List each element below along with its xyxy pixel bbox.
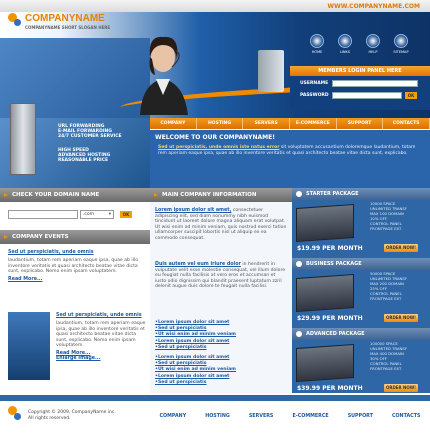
features-list-1: URL FORWARDING E-MAIL FORWARDING 24/7 CU… [58,124,122,140]
event-2-text: laudantium, totam rem aperiam eaque ipsa… [56,321,146,349]
package-starter: STARTER PACKAGE 10000 SPACE UNLIMITED TR… [292,188,430,252]
footer-link-servers[interactable]: SERVERS [249,414,274,419]
support-agent-photo [140,36,188,115]
footer-copyright: Copyright © 2009, CompanyName inc. All r… [28,410,116,422]
username-label: USERNAME [300,81,329,86]
menu-support[interactable]: SUPPORT [337,118,384,129]
feature-item: REASONABLE PRICE [58,158,109,164]
company-logo[interactable]: COMPANYNAME [25,13,105,24]
login-title: MEMBERS LOGIN PANEL HERE [290,66,430,76]
package-features: 50000 SPACE UNLIMITED TRANSF MAX 200 DOM… [370,271,407,301]
package-feature: FRONTPAGE EXT [370,295,402,301]
footer-nav: COMPANY HOSTING SERVERS E-COMMERCE SUPPO… [150,414,430,419]
package-feature: FRONTPAGE EXT [370,225,402,231]
rights-text: All rights reserved. [28,416,71,421]
footer-logo-blue-dot [14,413,21,420]
event-1-read-more[interactable]: Read More... [8,277,146,282]
list-item[interactable]: Sed ut perspiciatis [155,380,287,386]
package-server-image [296,343,354,383]
domain-ok-button[interactable]: OK [120,211,132,218]
domain-section-title: CHECK YOUR DOMAIN NAME [0,188,150,202]
package-title: STARTER PACKAGE [292,188,430,200]
enlarge-image-link[interactable]: Enlarge Image... [56,356,146,361]
site-url[interactable]: WWW.COMPANYNAME.COM [328,3,420,10]
welcome-link[interactable]: Sed ut perspiciatis, unde omnis iste nat… [158,145,279,150]
nav-help[interactable]: HELP [364,34,382,54]
logo-blue-dot [14,19,21,26]
order-now-button[interactable]: ORDER NOW! [384,244,418,252]
feature-item: 24/7 CUSTOMER SERVICE [58,134,122,140]
nav-home[interactable]: HOME [308,34,326,54]
links-icon [338,34,352,48]
menu-servers[interactable]: SERVERS [243,118,291,129]
tld-value: .com [83,212,95,217]
welcome-title: WELCOME TO OUR COMPANYNAME! [155,134,275,141]
event-1-text: laudantium, totam rem aperiam eaque ipsa… [8,258,139,275]
event-item-2: Sed ut perspiciatis, unde omnis laudanti… [56,313,146,361]
tld-select[interactable]: .com ▾ [80,210,114,219]
main-info-list-1: Lorem ipsum dolor sit amet Sed ut perspi… [155,320,287,351]
nav-sitemap-label: SITEMAP [393,50,409,54]
nav-links[interactable]: LINKS [336,34,354,54]
menu-ecommerce[interactable]: E-COMMERCE [290,118,337,129]
username-input[interactable] [332,80,418,87]
event-image[interactable] [8,312,50,380]
footer-link-support[interactable]: SUPPORT [348,414,373,419]
main-info-p1-link[interactable]: Lorem ipsum dolor sit amet, [155,208,231,213]
package-feature: FRONTPAGE EXT [370,365,402,371]
footer-link-company[interactable]: COMPANY [160,414,187,419]
sitemap-icon [394,34,408,48]
events-section-title: COMPANY EVENTS [0,230,150,244]
main-info-list-2: Lorem ipsum dolor sit amet Sed ut perspi… [155,355,287,386]
footer-link-ecommerce[interactable]: E-COMMERCE [292,414,328,419]
order-now-button[interactable]: ORDER NOW! [384,314,418,322]
event-2-title[interactable]: Sed ut perspiciatis, unde omnis [56,313,146,318]
main-info-p1-text: consectetuer adipiscing elit, sed diam n… [155,208,287,241]
package-server-image [296,273,354,313]
package-features: 100000 SPACE UNLIMITED TRANSF MAX 400 DO… [370,341,407,371]
menu-company[interactable]: COMPANY [150,118,197,129]
password-label: PASSWORD [300,93,329,98]
package-price: $39.99 PER MONTH [297,385,363,392]
package-price: $19.99 PER MONTH [297,245,363,252]
nav-links-label: LINKS [339,50,351,54]
chevron-down-icon: ▾ [108,212,111,217]
event-item-1: Sed ut perspiciatis, unde omnis laudanti… [8,250,146,282]
main-info-p2-link[interactable]: Duis autem vel eum iriure dolor [155,262,241,267]
event-1-title[interactable]: Sed ut perspiciatis, unde omnis [8,250,146,255]
footer-link-hosting[interactable]: HOSTING [205,414,230,419]
package-title: ADVANCED PACKAGE [292,328,430,340]
welcome-text: Sed ut perspiciatis, unde omnis iste nat… [158,145,420,156]
package-features: 10000 SPACE UNLIMITED TRANSF MAX 100 DOM… [370,201,407,231]
header-nav: HOME LINKS HELP SITEMAP [308,34,410,54]
help-icon [366,34,380,48]
package-server-image [296,203,354,243]
menu-contacts[interactable]: CONTACTS [383,118,430,129]
password-input[interactable] [332,92,402,99]
package-title: BUSINESS PACKAGE [292,258,430,270]
main-info-p1: Lorem ipsum dolor sit amet, consectetuer… [155,208,287,242]
menu-hosting[interactable]: HOSTING [197,118,244,129]
login-ok-button[interactable]: OK [405,92,417,99]
package-price: $29.99 PER MONTH [297,315,363,322]
home-icon [310,34,324,48]
nav-home-label: HOME [311,50,323,54]
server-image [258,50,284,92]
order-now-button[interactable]: ORDER NOW! [384,384,418,392]
package-business: BUSINESS PACKAGE 50000 SPACE UNLIMITED T… [292,258,430,322]
company-slogan: COMPANYNAME SHORT SLOGAN HERE [25,25,111,30]
main-menu: COMPANY HOSTING SERVERS E-COMMERCE SUPPO… [150,118,430,129]
main-info-title: MAIN COMPANY INFORMATION [150,188,292,202]
footer-link-contacts[interactable]: CONTACTS [392,414,420,419]
main-info-p2: Duis autem vel eum iriure dolor in hendr… [155,262,287,290]
features-list-2: HIGH SPEED ADVANCED HOSTING REASONABLE P… [58,148,110,164]
domain-input[interactable] [8,210,78,219]
server-tower-image [10,103,36,175]
package-advanced: ADVANCED PACKAGE 100000 SPACE UNLIMITED … [292,328,430,392]
nav-help-label: HELP [368,50,378,54]
nav-sitemap[interactable]: SITEMAP [392,34,410,54]
list-item[interactable]: Sed ut perspiciatis [155,345,287,351]
